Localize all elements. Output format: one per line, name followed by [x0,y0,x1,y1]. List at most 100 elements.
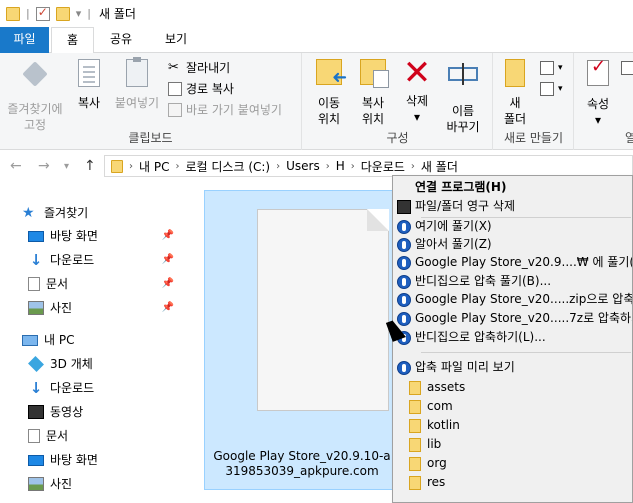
navigation-pane: ★ 즐겨찾기 바탕 화면 📌 ↓ 다운로드 📌 문서 📌 사진 📌 내 PC 3… [0,190,195,503]
nav-item-label: 문서 [46,277,69,291]
menu-permanent-delete[interactable]: 파일/폴더 영구 삭제 [393,197,632,216]
new-item-dropdown-icon: ▾ [558,63,563,73]
paste-shortcut-label: 바로 가기 붙여넣기 [186,103,282,117]
tab-share[interactable]: 공유 [97,27,145,53]
preview-folder-label: org [427,456,447,470]
menu-compress-zip[interactable]: Google Play Store_v20.....zip으로 압축하기 [393,290,633,309]
computer-icon [22,334,38,346]
menu-item-label: Google Play Store_v20.....7z로 압축하기( [415,311,633,325]
nav-quick-access[interactable]: ★ 즐겨찾기 [22,202,88,224]
quick-access-dropdown-icon[interactable]: ▾ [76,7,82,20]
breadcrumb-this-pc[interactable]: 내 PC [139,158,169,175]
menu-compress-7z[interactable]: Google Play Store_v20.....7z로 압축하기( [393,309,633,328]
menu-open-with[interactable]: 연결 프로그램(H) [393,178,632,197]
back-arrow-icon[interactable]: ← [10,158,22,174]
download-arrow-icon: ↓ [29,379,43,397]
nav-quick-desktop[interactable]: 바탕 화면 📌 [28,225,188,247]
menu-extract-to-folder[interactable]: Google Play Store_v20.9....₩ 에 풀기(E) [393,253,632,272]
blank-icon [397,181,411,195]
properties-quick-icon[interactable] [35,5,50,21]
file-item-selected[interactable]: Google Play Store_v20.9.10-a 319853039_a… [204,190,398,490]
properties-dropdown-icon[interactable]: ▾ [579,112,617,128]
paste-button[interactable]: 붙여넣기 [110,57,164,111]
nav-pc-3d-objects[interactable]: 3D 개체 [28,353,93,375]
pin-to-quick-access-button[interactable]: 즐겨찾기에 고정 [2,57,68,133]
nav-quick-downloads[interactable]: ↓ 다운로드 📌 [28,249,188,271]
breadcrumb-separator[interactable]: › [276,161,280,172]
breadcrumb-separator[interactable]: › [411,161,415,172]
recent-locations-chevron-icon[interactable]: ▾ [64,161,69,172]
open-button[interactable] [621,58,633,78]
menu-extract-with-bandizip[interactable]: 반디집으로 압축 풀기(B)... [393,272,632,291]
folder-icon [409,399,421,414]
rename-button[interactable]: 이름 바꾸기 [439,57,487,135]
tab-view[interactable]: 보기 [148,27,204,53]
cut-button[interactable]: ✂ 잘라내기 [168,58,230,78]
copy-to-label-1: 복사 [361,96,385,110]
new-folder-quick-icon[interactable] [55,6,70,21]
nav-item-label: 문서 [46,429,69,443]
breadcrumb-h[interactable]: H [336,159,345,173]
nav-this-pc[interactable]: 내 PC [22,329,74,351]
breadcrumb-users[interactable]: Users [286,159,320,173]
preview-folder-item[interactable]: assets [409,378,465,397]
nav-pc-documents[interactable]: 문서 [28,425,68,447]
context-menu: 연결 프로그램(H) 파일/폴더 영구 삭제 여기에 풀기(X) 알아서 풀기(… [392,175,633,503]
copy-path-button[interactable]: 경로 복사 [168,79,234,99]
tab-home[interactable]: 홈 [51,27,94,54]
nav-this-pc-label: 내 PC [44,333,75,347]
new-item-button[interactable]: ▾ [540,58,563,78]
bandizip-icon [397,292,411,307]
menu-compress-with-bandizip[interactable]: 반디집으로 압축하기(L)... [393,328,632,347]
breadcrumb-local-disk[interactable]: 로컬 디스크 (C:) [185,158,270,175]
new-folder-button[interactable]: 새 폴더 [500,57,530,127]
window-title: 새 폴더 [98,7,136,21]
properties-button[interactable]: 속성 ▾ [579,57,617,128]
copy-to-button[interactable]: 복사 위치 [353,57,393,127]
nav-quick-pictures[interactable]: 사진 📌 [28,297,188,319]
bandizip-icon [397,360,411,375]
nav-item-label: 바탕 화면 [50,229,98,243]
desktop-icon [28,230,44,242]
breadcrumb-separator[interactable]: › [129,161,133,172]
address-bar[interactable]: › 내 PC › 로컬 디스크 (C:) › Users › H › 다운로드 … [104,155,633,177]
menu-smart-extract[interactable]: 알아서 풀기(Z) [393,235,632,254]
preview-folder-item[interactable]: com [409,397,453,416]
up-arrow-icon[interactable]: ↑ [84,158,96,174]
move-label-1: 이동 [317,96,341,110]
menu-archive-preview[interactable]: 압축 파일 미리 보기 [393,358,632,377]
bandizip-icon [397,219,411,234]
breadcrumb-separator[interactable]: › [175,161,179,172]
nav-pc-pictures[interactable]: 사진 [28,473,72,495]
menu-extract-here[interactable]: 여기에 풀기(X) [393,217,632,236]
delete-label: 삭제 [405,94,429,108]
preview-folder-item[interactable]: res [409,473,445,492]
preview-folder-item[interactable]: org [409,454,447,473]
nav-pc-downloads[interactable]: ↓ 다운로드 [28,377,94,399]
folder-icon [6,6,20,21]
breadcrumb-separator[interactable]: › [351,161,355,172]
breadcrumb-downloads[interactable]: 다운로드 [361,158,405,175]
pin-icon: 📌 [161,278,174,289]
copy-button[interactable]: 복사 [70,57,108,111]
bandizip-icon [397,274,411,289]
tab-file[interactable]: 파일 [0,27,49,53]
nav-pc-videos[interactable]: 동영상 [28,401,83,423]
paste-shortcut-button[interactable]: 바로 가기 붙여넣기 [168,100,282,120]
move-to-button[interactable]: 이동 위치 [309,57,349,127]
preview-folder-item[interactable]: lib [409,435,441,454]
nav-pc-desktop[interactable]: 바탕 화면 [28,449,98,471]
title-separator: | [26,7,30,20]
nav-quick-documents[interactable]: 문서 📌 [28,273,188,295]
folder-icon [409,380,421,395]
bandizip-icon [397,237,411,252]
easy-access-button[interactable]: ▾ [540,79,563,99]
preview-folder-item[interactable]: kotlin [409,416,460,435]
delete-button[interactable]: ✕ 삭제 ▾ [399,56,435,125]
menu-item-label: Google Play Store_v20.....zip으로 압축하기 [415,292,633,306]
forward-arrow-icon[interactable]: → [38,158,50,174]
breadcrumb-new-folder[interactable]: 새 폴더 [421,158,458,175]
breadcrumb-separator[interactable]: › [326,161,330,172]
copy-path-icon [168,82,182,96]
delete-dropdown-icon[interactable]: ▾ [399,109,435,125]
